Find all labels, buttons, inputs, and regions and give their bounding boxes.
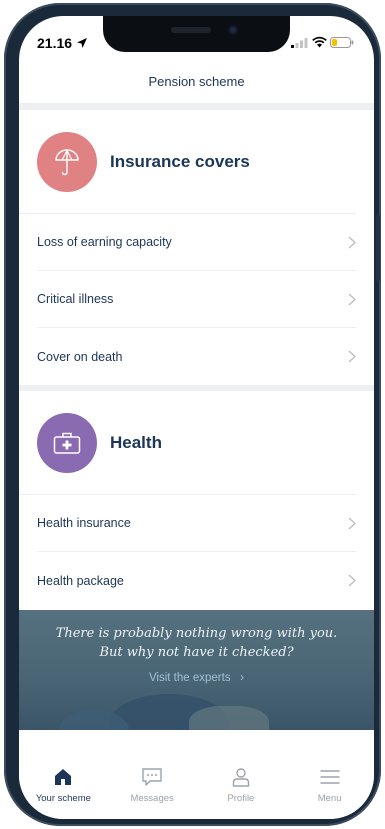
banner-image-shape — [189, 706, 269, 730]
list-item-cover-on-death[interactable]: Cover on death — [37, 328, 356, 385]
insurance-icon-circle — [37, 131, 97, 192]
chevron-right-icon — [348, 350, 356, 363]
list-item-health-insurance[interactable]: Health insurance — [37, 495, 356, 552]
location-arrow-icon — [77, 38, 87, 48]
chevron-right-icon — [348, 293, 356, 305]
tab-your-scheme[interactable]: Your scheme — [19, 730, 108, 819]
chat-icon — [142, 768, 162, 786]
nav-header: Pension scheme — [19, 60, 374, 104]
tab-label: Menu — [317, 793, 342, 804]
list-item-critical-illness[interactable]: Critical illness — [37, 271, 356, 328]
status-time: 21.16 — [37, 35, 73, 51]
notch — [103, 16, 290, 52]
hamburger-icon — [319, 770, 340, 784]
section-header: Health — [19, 391, 356, 495]
visit-experts-label: Visit the experts — [148, 672, 231, 684]
chevron-right-icon — [348, 517, 356, 529]
person-icon — [232, 768, 250, 787]
content: Insurance covers Loss of earning capacit… — [19, 104, 374, 609]
list-item-label: Critical illness — [37, 292, 114, 306]
chevron-right-icon — [348, 236, 356, 248]
tab-label: Profile — [227, 793, 255, 804]
page-title: Pension scheme — [148, 74, 245, 89]
tab-profile[interactable]: Profile — [197, 730, 286, 819]
experts-banner[interactable]: There is probably nothing wrong with you… — [19, 610, 374, 730]
screen: 21.16 Pension scheme Insurance covers Lo… — [19, 16, 374, 819]
first-aid-kit-icon — [53, 432, 81, 454]
home-icon — [55, 769, 72, 785]
phone-frame: 21.16 Pension scheme Insurance covers Lo… — [4, 3, 381, 826]
banner-text-line-2: But why not have it checked? — [99, 645, 294, 660]
speaker — [171, 27, 211, 33]
umbrella-icon — [55, 148, 79, 175]
section-title: Health — [110, 432, 162, 452]
tab-label: Your scheme — [35, 793, 91, 804]
list-item-label: Loss of earning capacity — [37, 235, 172, 249]
tab-menu[interactable]: Menu — [285, 730, 374, 819]
chevron-right-icon: › — [233, 672, 245, 684]
list-item-label: Health insurance — [37, 516, 131, 530]
tab-messages[interactable]: Messages — [108, 730, 197, 819]
list-item-label: Cover on death — [37, 349, 123, 364]
section-header: Insurance covers — [19, 110, 356, 214]
cellular-signal-icon — [291, 38, 308, 48]
section-title: Insurance covers — [110, 151, 250, 171]
tab-bar: Your scheme Messages Profile Menu — [19, 730, 374, 819]
list-item-label: Health package — [37, 573, 124, 588]
side-button — [376, 215, 380, 281]
list-item-loss-of-earning-capacity[interactable]: Loss of earning capacity — [37, 214, 356, 271]
section-health: Health Health insurance Health package — [19, 391, 374, 609]
front-camera — [228, 25, 238, 35]
wifi-icon — [312, 36, 327, 48]
section-insurance-covers: Insurance covers Loss of earning capacit… — [19, 110, 374, 385]
chevron-right-icon — [348, 574, 356, 587]
tab-label: Messages — [130, 793, 174, 804]
health-icon-circle — [37, 412, 97, 473]
visit-experts-link[interactable]: Visit the experts › — [19, 672, 374, 684]
banner-text-line-1: There is probably nothing wrong with you… — [55, 626, 338, 641]
battery-icon — [330, 37, 354, 48]
list-item-health-package[interactable]: Health package — [37, 552, 356, 609]
